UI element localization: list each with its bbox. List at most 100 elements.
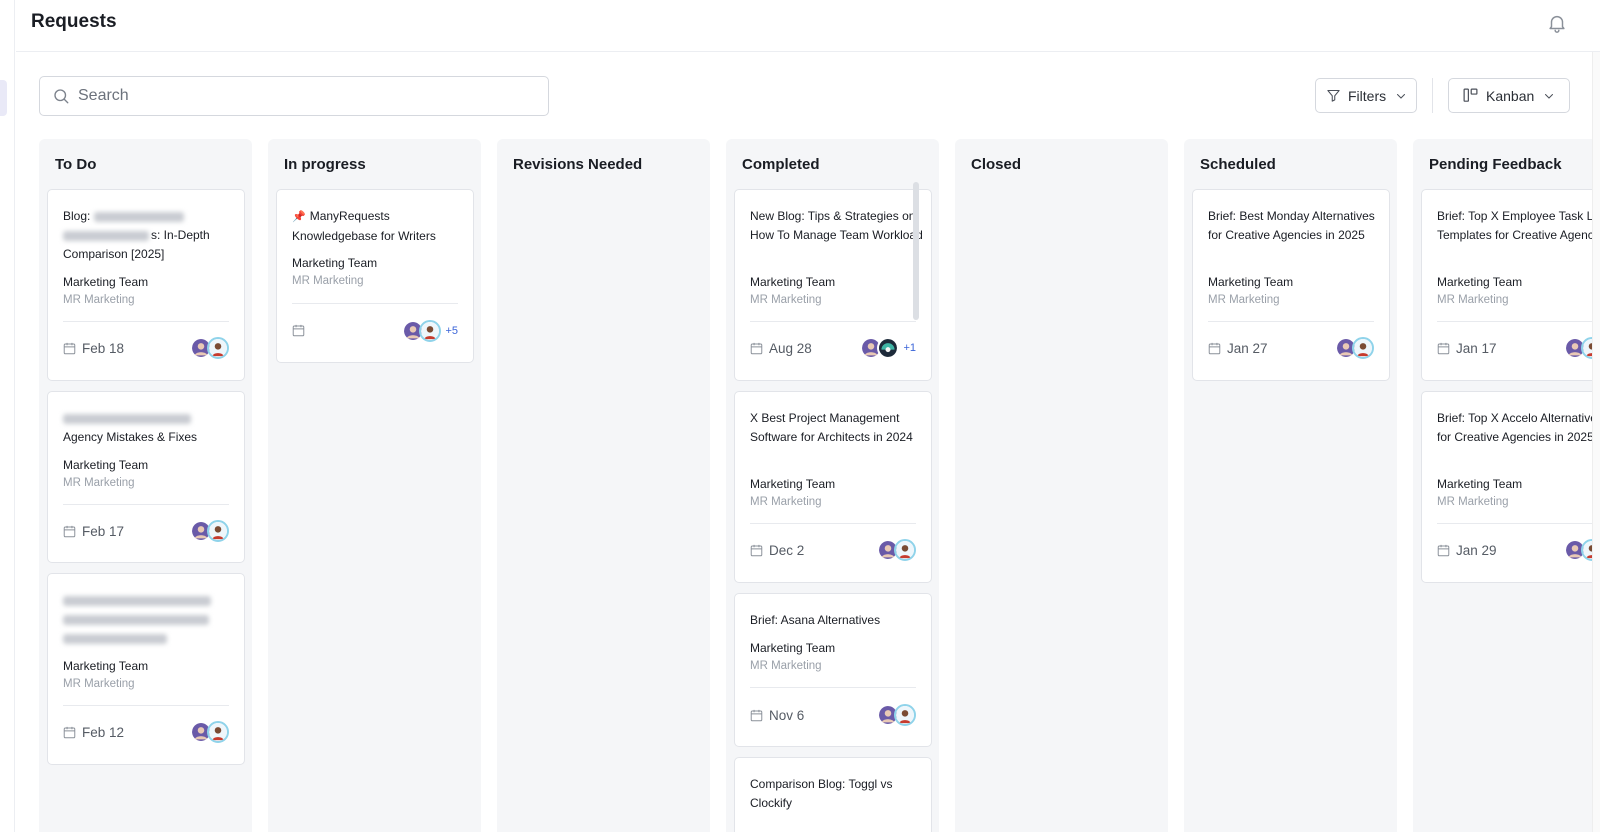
card-team: Marketing Team [63,659,149,673]
card-subteam: MR Marketing [750,660,822,672]
card-date-text: Feb 18 [82,341,125,356]
card-subteam: MR Marketing [1437,496,1509,508]
column-title: Closed [971,156,1022,173]
card-subteam: MR Marketing [750,496,822,508]
card-due-date: Feb 12 [63,725,124,740]
search-input[interactable] [78,77,538,115]
card-title: New Blog: Tips & Strategies on How To Ma… [750,209,923,242]
card-divider [63,504,229,505]
card-title: Brief: Top X Accelo Alternatives for Cre… [1437,411,1600,444]
card-subteam: MR Marketing [63,477,135,489]
request-card[interactable]: Brief: Asana Alternatives Marketing Team… [734,593,932,747]
column-completed: Completed New Blog: Tips & Strategies on… [726,139,939,832]
card-due-date: Aug 28 [750,341,812,356]
sidebar-active-indicator[interactable] [0,80,7,116]
kanban-icon [1463,88,1478,102]
calendar-icon [750,709,763,722]
avatar [894,704,916,726]
card-title-text: Agency Mistakes & Fixes [63,430,198,444]
request-card[interactable]: Marketing Team MR Marketing Feb 12 [47,573,245,765]
card-team: Marketing Team [292,256,378,270]
page-title: Requests [31,11,117,32]
calendar-icon [1437,342,1450,355]
column-to-do: To Do Blog: s: In-Depth Comparison [2025… [39,139,252,832]
bell-icon[interactable] [1546,12,1568,34]
card-due-date: Dec 2 [750,543,804,558]
column-scheduled: Scheduled Brief: Best Monday Alternative… [1184,139,1397,832]
card-assignees [1335,337,1374,359]
card-title: Comparison Blog: Toggl vs Clockify [750,777,893,810]
card-due-date: Feb 18 [63,341,124,356]
card-assignees [190,337,229,359]
request-card[interactable]: New Blog: Tips & Strategies on How To Ma… [734,189,932,381]
column-title: Scheduled [1200,156,1276,173]
card-date-text: Jan 17 [1456,341,1497,356]
card-due-date: Feb 17 [63,524,124,539]
card-date-text: Feb 17 [82,524,125,539]
card-title [63,591,239,648]
column-title: Completed [742,156,820,173]
column-title: To Do [55,156,97,173]
card-assignees [877,704,916,726]
card-date-text: Dec 2 [769,543,805,558]
search-icon [54,89,69,104]
calendar-icon [1208,342,1221,355]
more-assignees-count[interactable]: +5 [445,325,458,337]
filters-button[interactable]: Filters [1315,78,1417,113]
column-title: Pending Feedback [1429,156,1562,173]
request-card[interactable]: Brief: Best Monday Alternatives for Crea… [1192,189,1390,381]
column-in-progress: In progress 📌 ManyRequests Knowledgebase … [268,139,481,832]
request-card[interactable]: Brief: Top X Accelo Alternatives for Cre… [1421,391,1600,583]
card-date-text: Aug 28 [769,341,812,356]
card-assignees [190,721,229,743]
calendar-icon [1437,544,1450,557]
card-subteam: MR Marketing [63,294,135,306]
column-title: Revisions Needed [513,156,643,173]
redacted-text [63,413,191,424]
card-title: Agency Mistakes & Fixes [63,409,239,447]
avatar [207,520,229,542]
calendar-icon [63,342,76,355]
card-title: Blog: s: In-Depth Comparison [2025] [63,207,239,264]
left-sidebar-strip [0,0,15,832]
page-scrollbar-track[interactable] [1592,52,1600,832]
card-team: Marketing Team [1208,275,1294,289]
more-assignees-count[interactable]: +1 [903,342,916,354]
toolbar-divider [1432,78,1433,113]
card-title: X Best Project Management Software for A… [750,411,913,444]
card-due-date: Jan 17 [1437,341,1497,356]
avatar [877,337,900,359]
avatar [1352,337,1374,359]
card-subteam: MR Marketing [750,294,822,306]
card-title: 📌 ManyRequests Knowledgebase for Writers [292,207,468,246]
view-selector-button[interactable]: Kanban [1448,78,1570,113]
card-team: Marketing Team [63,458,149,472]
card-subteam: MR Marketing [1208,294,1280,306]
card-title-prefix: Blog: [63,209,91,223]
pin-icon: 📌 [292,211,306,223]
card-divider [750,523,916,524]
column-revisions-needed: Revisions Needed [497,139,710,832]
column-closed: Closed [955,139,1168,832]
card-team: Marketing Team [1437,477,1523,491]
card-due-date: Nov 6 [750,708,804,723]
avatar [207,337,229,359]
card-divider [63,705,229,706]
page-header: Requests [16,0,1600,52]
card-team: Marketing Team [750,641,836,655]
redacted-text [63,614,209,625]
completed-column-scrollbar[interactable] [913,182,919,320]
request-card[interactable]: 📌 ManyRequests Knowledgebase for Writers … [276,189,474,363]
request-card[interactable]: X Best Project Management Software for A… [734,391,932,583]
card-subteam: MR Marketing [1437,294,1509,306]
request-card[interactable]: Comparison Blog: Toggl vs Clockify [734,757,932,832]
redacted-text [63,595,211,606]
request-card[interactable]: Agency Mistakes & Fixes Marketing Team M… [47,391,245,563]
card-divider [1208,321,1374,322]
card-title-text: ManyRequests Knowledgebase for Writers [292,209,436,243]
card-divider [63,321,229,322]
request-card[interactable]: Blog: s: In-Depth Comparison [2025] Mark… [47,189,245,381]
chevron-down-icon [1545,93,1554,99]
request-card[interactable]: Brief: Top X Employee Task List Template… [1421,189,1600,381]
chevron-down-icon [1397,93,1406,99]
